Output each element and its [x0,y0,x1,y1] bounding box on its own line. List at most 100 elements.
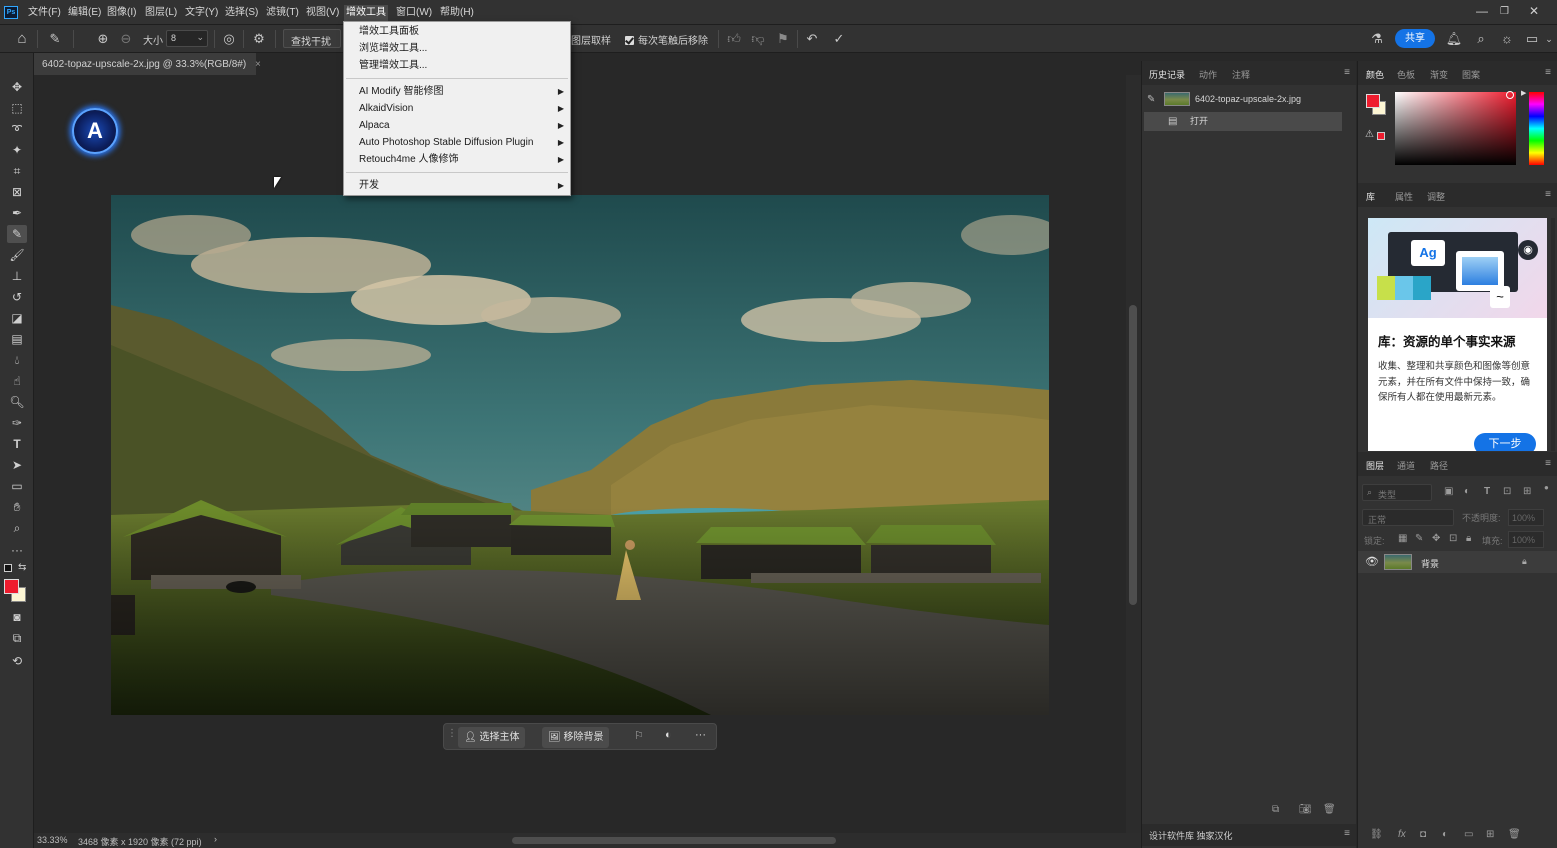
layer-style-icon[interactable]: fx [1398,829,1406,840]
layer-row-background[interactable]: 👁︎ 背景 🔒︎ [1358,551,1557,573]
close-icon[interactable]: ✕ [1529,4,1539,18]
menu-type[interactable]: 文字(Y) [183,5,220,21]
tab-layers[interactable]: 图层 [1366,459,1384,472]
hand-tool-icon[interactable]: ✋︎ [7,498,27,516]
gradient-tool-icon[interactable]: ▤ [7,330,27,348]
footer-label[interactable]: 设计软件库 独家汉化 [1149,829,1233,842]
history-step[interactable]: ▤ 打开 [1144,112,1342,131]
screen-mode-icon[interactable]: ⧉ [7,629,27,647]
workspace-icon[interactable]: ▭ [1523,30,1541,48]
menu-item-alpaca[interactable]: Alpaca ▶ [344,118,570,134]
tab-history[interactable]: 历史记录 [1149,68,1185,81]
menu-help[interactable]: 帮助(H) [438,5,476,21]
lock-all-icon[interactable]: 🔒︎ [1466,533,1471,544]
remove-tool-icon[interactable]: ✎ [46,30,64,48]
panel-menu-icon[interactable]: ≡ [1545,458,1551,469]
add-mask-icon[interactable]: ◘ [1420,829,1426,840]
new-document-from-state-icon[interactable]: ⧉ [1272,804,1279,815]
quick-mask-icon[interactable]: ◙ [7,608,27,626]
gamut-color-swatch[interactable] [1377,132,1385,140]
menu-file[interactable]: 文件(F) [26,5,63,21]
default-colors-icon[interactable] [4,564,12,572]
menu-item-ai-modify[interactable]: AI Modify 智能修图 ▶ [344,84,570,100]
camera-icon[interactable]: 📷︎ [1299,804,1312,815]
filter-toggle-icon[interactable]: ● [1544,483,1549,492]
add-to-brush-icon[interactable]: ⊕ [94,30,112,48]
find-distractions-button[interactable]: 查找干扰 [283,29,341,48]
hue-slider-handle-icon[interactable]: ▶ [1521,89,1526,97]
panel-menu-icon[interactable]: ≡ [1545,67,1551,78]
subtract-brush-icon[interactable]: ⊖ [117,30,135,48]
menu-item-development[interactable]: 开发 ▶ [344,178,570,194]
lock-position-icon[interactable]: ✥ [1432,533,1440,544]
menu-window[interactable]: 窗口(W) [394,5,434,21]
color-picker-cursor[interactable] [1506,91,1514,99]
chevron-down-icon[interactable]: ⌄ [1540,30,1557,48]
move-tool-icon[interactable]: ✥ [7,78,27,96]
size-field[interactable]: 8 ⌄ [166,30,208,47]
tab-properties[interactable]: 属性 [1395,190,1413,203]
menu-layer[interactable]: 图层(L) [143,5,179,21]
smart-object-filter-icon[interactable]: ⊞ [1523,486,1531,497]
type-tool-icon[interactable]: T [7,435,27,453]
blur-tool-icon[interactable]: 💧︎ [7,351,27,369]
opacity-field[interactable]: 100% [1508,509,1544,526]
more-tools-icon[interactable]: ··· [7,541,27,559]
library-scrollbar[interactable] [1551,218,1555,451]
history-brush-source-icon[interactable]: ✎ [1147,90,1155,109]
crop-tool-icon[interactable]: ⌗ [7,162,27,180]
layer-name[interactable]: 背景 [1421,557,1439,570]
vertical-scrollbar[interactable] [1126,75,1141,833]
menu-item-alkaidvision[interactable]: AlkaidVision ▶ [344,101,570,117]
flag-icon[interactable]: ⚑ [774,30,792,48]
tab-libraries[interactable]: 库 [1366,190,1375,203]
new-layer-icon[interactable]: ⊞ [1486,829,1494,840]
menu-image[interactable]: 图像(I) [105,5,138,21]
thumbs-up-icon[interactable]: 👍︎ [725,30,743,48]
tab-adjustments[interactable]: 调整 [1427,190,1445,203]
eraser-tool-icon[interactable]: ◪ [7,309,27,327]
tab-paths[interactable]: 路径 [1430,459,1448,472]
search-icon[interactable]: ⌕ [1472,30,1490,48]
trash-icon[interactable]: 🗑︎ [1508,829,1521,840]
lock-image-icon[interactable]: ✎ [1415,533,1423,544]
adjustment-filter-icon[interactable]: ◐ [1464,486,1470,497]
restore-icon[interactable]: ❐ [1500,6,1509,17]
lock-icon[interactable]: 🔒︎ [1522,556,1527,567]
new-group-icon[interactable]: ▭ [1464,829,1473,840]
remove-after-stroke-checkbox[interactable]: 每次笔触后移除 [625,32,708,47]
plugin-logo-icon[interactable]: A [72,108,118,154]
type-filter-icon[interactable]: T [1484,486,1490,497]
lab-flask-icon[interactable]: ⚗ [1368,30,1386,48]
menu-edit[interactable]: 编辑(E) [66,5,103,21]
history-brush-tool-icon[interactable]: ↺ [7,288,27,306]
checkmark-icon[interactable]: ✓ [830,30,848,48]
trash-icon[interactable]: 🗑︎ [1323,804,1336,815]
path-selection-tool-icon[interactable]: ➤ [7,456,27,474]
blend-mode-select[interactable]: 正常 [1362,509,1454,526]
panel-menu-icon[interactable]: ≡ [1344,828,1350,839]
artboard-icon[interactable]: ⊡ [1449,533,1457,544]
zoom-tool-icon[interactable]: ⌕ [7,519,27,537]
fill-field[interactable]: 100% [1508,531,1544,548]
thumbs-down-icon[interactable]: 👎︎ [749,30,767,48]
remove-tool-icon[interactable]: ✎ [7,225,27,243]
remove-background-button[interactable]: 🖼︎ 移除背景 [542,727,610,748]
rectangle-tool-icon[interactable]: ▭ [7,477,27,495]
hue-slider[interactable] [1529,92,1544,165]
brush-tool-icon[interactable]: 🖌︎ [7,246,27,264]
tab-swatches[interactable]: 色板 [1397,68,1415,81]
marquee-tool-icon[interactable]: ⬚ [7,99,27,117]
pressure-size-icon[interactable]: ◎ [220,30,238,48]
pen-tool-icon[interactable]: ✑ [7,414,27,432]
eyedropper-tool-icon[interactable]: ✒ [7,204,27,222]
gear-icon[interactable]: ⚙ [250,30,268,48]
tab-channels[interactable]: 通道 [1397,459,1415,472]
next-button[interactable]: 下一步 [1474,433,1536,451]
lasso-tool-icon[interactable]: ➰︎ [7,120,27,138]
dodge-tool-icon[interactable]: 🔍︎ [7,393,27,411]
layer-filter-select[interactable]: ⌕ 类型 [1362,484,1432,501]
pin-icon[interactable]: ⚐ [634,729,644,742]
close-tab-icon[interactable]: × [255,59,261,70]
new-adjustment-layer-icon[interactable]: ◐ [1442,829,1448,840]
